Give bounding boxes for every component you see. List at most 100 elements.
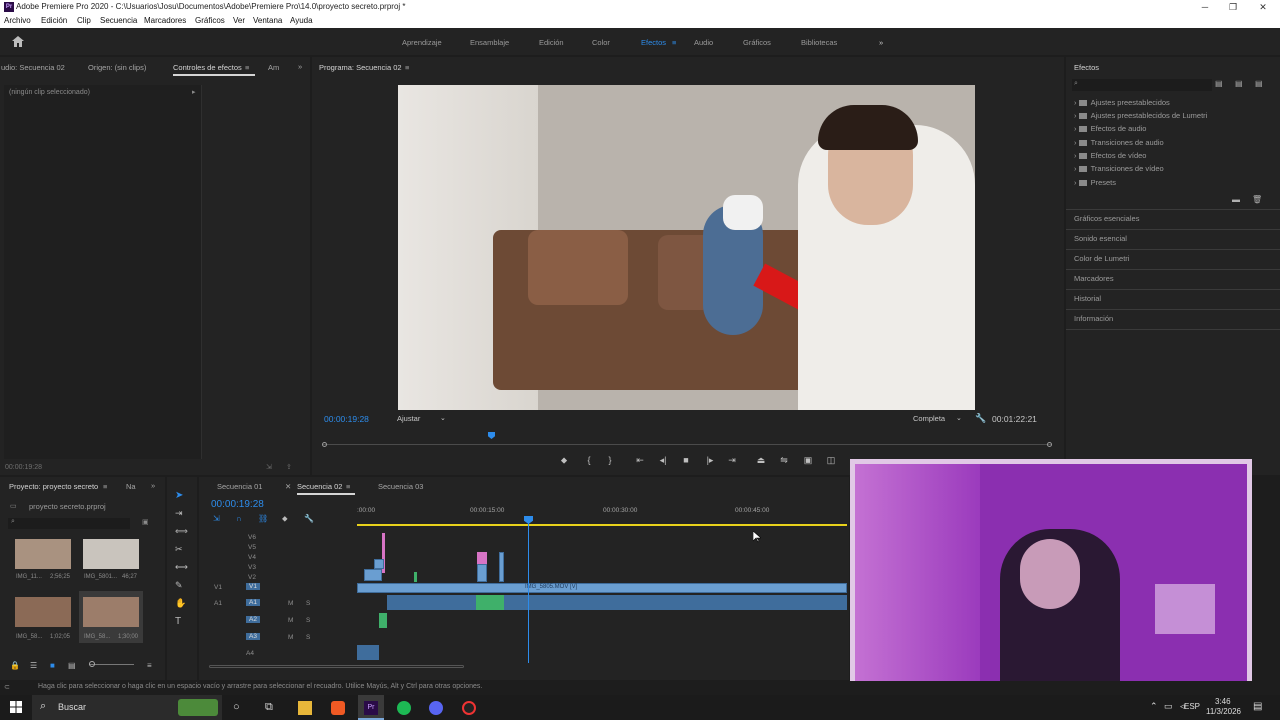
delete-icon[interactable]: 🗑 — [1252, 195, 1262, 204]
timeline-playhead[interactable] — [524, 516, 533, 524]
timeline-playhead-line[interactable] — [528, 517, 529, 663]
wrench-icon[interactable]: 🔧 — [975, 413, 986, 424]
restore-icon[interactable]: ❐ — [1218, 0, 1248, 14]
tab-sequence-02[interactable]: Secuencia 02 — [297, 482, 342, 491]
brave-browser-icon[interactable] — [331, 701, 345, 715]
tree-item[interactable]: › Transiciones de audio — [1074, 138, 1164, 147]
tree-item[interactable]: › Efectos de vídeo — [1074, 151, 1146, 160]
panel-essential-graphics[interactable]: Gráficos esenciales — [1074, 214, 1139, 223]
timeline-timecode[interactable]: 00:00:19:28 — [211, 499, 264, 510]
audio-clip-a2[interactable] — [379, 613, 387, 628]
workspace-menu-icon[interactable]: ≡ — [672, 38, 676, 47]
lock-icon[interactable]: 🔒 — [10, 661, 20, 670]
fit-chevron-down-icon[interactable]: ⌄ — [440, 414, 446, 422]
more-tabs-icon[interactable]: » — [298, 62, 302, 71]
workspace-aprendizaje[interactable]: Aprendizaje — [402, 38, 442, 47]
audio-clip-a1[interactable] — [387, 595, 847, 610]
track-label-v4[interactable]: V4 — [248, 554, 256, 561]
linked-selection-icon[interactable]: ⛓ — [258, 514, 268, 523]
tree-item[interactable]: › Presets — [1074, 178, 1116, 187]
track-label-a2[interactable]: A2 — [246, 616, 260, 623]
comparison-view-icon[interactable]: ◫ — [825, 455, 837, 466]
clock-date[interactable]: 11/3/2026 — [1206, 707, 1241, 716]
step-forward-icon[interactable]: |▸ — [704, 455, 716, 466]
clip-thumbnail[interactable] — [15, 597, 71, 627]
zoom-slider[interactable] — [89, 664, 134, 665]
task-view-icon[interactable]: ⧉ — [265, 701, 273, 714]
menu-secuencia[interactable]: Secuencia — [100, 16, 137, 25]
obs-icon[interactable] — [462, 701, 476, 715]
mark-in-icon[interactable]: { — [583, 455, 595, 465]
tab-program[interactable]: Programa: Secuencia 02 — [319, 63, 402, 72]
audio-clip-a4[interactable] — [357, 645, 379, 660]
home-icon[interactable] — [12, 36, 24, 47]
work-area-bar[interactable] — [357, 524, 847, 526]
snap-icon[interactable]: ∩ — [236, 514, 242, 523]
new-bin-from-search-icon[interactable]: ▣ — [142, 518, 149, 526]
show-hidden-icons-icon[interactable]: ⌃ — [1150, 701, 1158, 712]
icon-view-icon[interactable]: ■ — [50, 661, 55, 670]
workspace-graficos[interactable]: Gráficos — [743, 38, 771, 47]
taskbar-search[interactable]: ⌕ Buscar — [32, 695, 222, 720]
effects-panel-title[interactable]: Efectos — [1074, 63, 1099, 72]
zoom-slider-handle[interactable] — [89, 661, 95, 667]
timeline-scrollbar[interactable] — [209, 665, 464, 668]
workspace-bibliotecas[interactable]: Bibliotecas — [801, 38, 837, 47]
panel-essential-sound[interactable]: Sonido esencial — [1074, 234, 1127, 243]
track-label-v1[interactable]: V1 — [246, 583, 260, 590]
track-label-a4[interactable]: A4 — [246, 650, 254, 657]
effects-search-input[interactable]: ⌕ — [1072, 79, 1212, 91]
source-patch-a1[interactable]: A1 — [214, 600, 222, 607]
extract-icon[interactable]: ⇋ — [778, 455, 790, 466]
timeline-clip[interactable] — [414, 572, 417, 582]
yuv-effects-icon[interactable]: ▤ — [1255, 79, 1263, 88]
workspace-ensamblaje[interactable]: Ensamblaje — [470, 38, 509, 47]
add-marker-icon[interactable]: ⬥ — [558, 455, 570, 466]
tree-item[interactable]: › Ajustes preestablecidos de Lumetri — [1074, 111, 1207, 120]
mute-button[interactable]: M — [288, 617, 293, 624]
tab-effect-controls[interactable]: Controles de efectos — [173, 63, 242, 72]
timeline-clip[interactable] — [477, 564, 487, 582]
track-label-v6[interactable]: V6 — [248, 534, 256, 541]
clock-time[interactable]: 3:46 — [1215, 697, 1231, 706]
workspace-color[interactable]: Color — [592, 38, 610, 47]
clip-thumbnail[interactable] — [83, 597, 139, 627]
tab-sequence-03[interactable]: Secuencia 03 — [378, 482, 423, 491]
lift-icon[interactable]: ⏏ — [755, 455, 767, 466]
step-back-icon[interactable]: ◂| — [657, 455, 669, 466]
project-search-input[interactable]: ⌕ — [8, 518, 130, 529]
track-select-tool-icon[interactable]: ⇥ — [175, 508, 183, 519]
export-frame-icon[interactable]: ▣ — [802, 455, 814, 466]
more-tabs-icon[interactable]: » — [151, 481, 155, 490]
more-workspaces-icon[interactable]: » — [879, 38, 883, 47]
clip-thumbnail[interactable] — [83, 539, 139, 569]
panel-markers[interactable]: Marcadores — [1074, 274, 1114, 283]
close-icon[interactable]: ✕ — [1248, 0, 1278, 14]
tab-source[interactable]: Origen: (sin clips) — [88, 63, 146, 72]
tab-ambient[interactable]: Am — [268, 63, 279, 72]
accelerated-effects-icon[interactable]: ▤ — [1215, 79, 1223, 88]
solo-button[interactable]: S — [306, 634, 310, 641]
go-to-out-icon[interactable]: ⇥ — [726, 455, 738, 466]
tab-audio-mixer[interactable]: udio: Secuencia 02 — [1, 63, 65, 72]
quality-dropdown[interactable]: Completa — [913, 414, 945, 423]
source-patch-v1[interactable]: V1 — [214, 584, 222, 591]
menu-ver[interactable]: Ver — [233, 16, 245, 25]
tree-item[interactable]: › Transiciones de vídeo — [1074, 164, 1164, 173]
slip-tool-icon[interactable]: ⟷ — [175, 562, 188, 573]
menu-edicion[interactable]: Edición — [41, 16, 67, 25]
mute-button[interactable]: M — [288, 600, 293, 607]
tab-sequence-01[interactable]: Secuencia 01 — [217, 482, 262, 491]
track-label-v2[interactable]: V2 — [248, 574, 256, 581]
workspace-edicion[interactable]: Edición — [539, 38, 564, 47]
timeline-clip[interactable] — [477, 552, 487, 564]
minimize-icon[interactable]: ─ — [1190, 0, 1220, 14]
menu-clip[interactable]: Clip — [77, 16, 91, 25]
project-menu-icon[interactable]: ≡ — [103, 482, 107, 491]
windows-start-icon[interactable] — [10, 701, 22, 713]
panel-lumetri-color[interactable]: Color de Lumetri — [1074, 254, 1129, 263]
panel-history[interactable]: Historial — [1074, 294, 1101, 303]
track-label-a1[interactable]: A1 — [246, 599, 260, 606]
workspace-audio[interactable]: Audio — [694, 38, 713, 47]
solo-button[interactable]: S — [306, 600, 310, 607]
